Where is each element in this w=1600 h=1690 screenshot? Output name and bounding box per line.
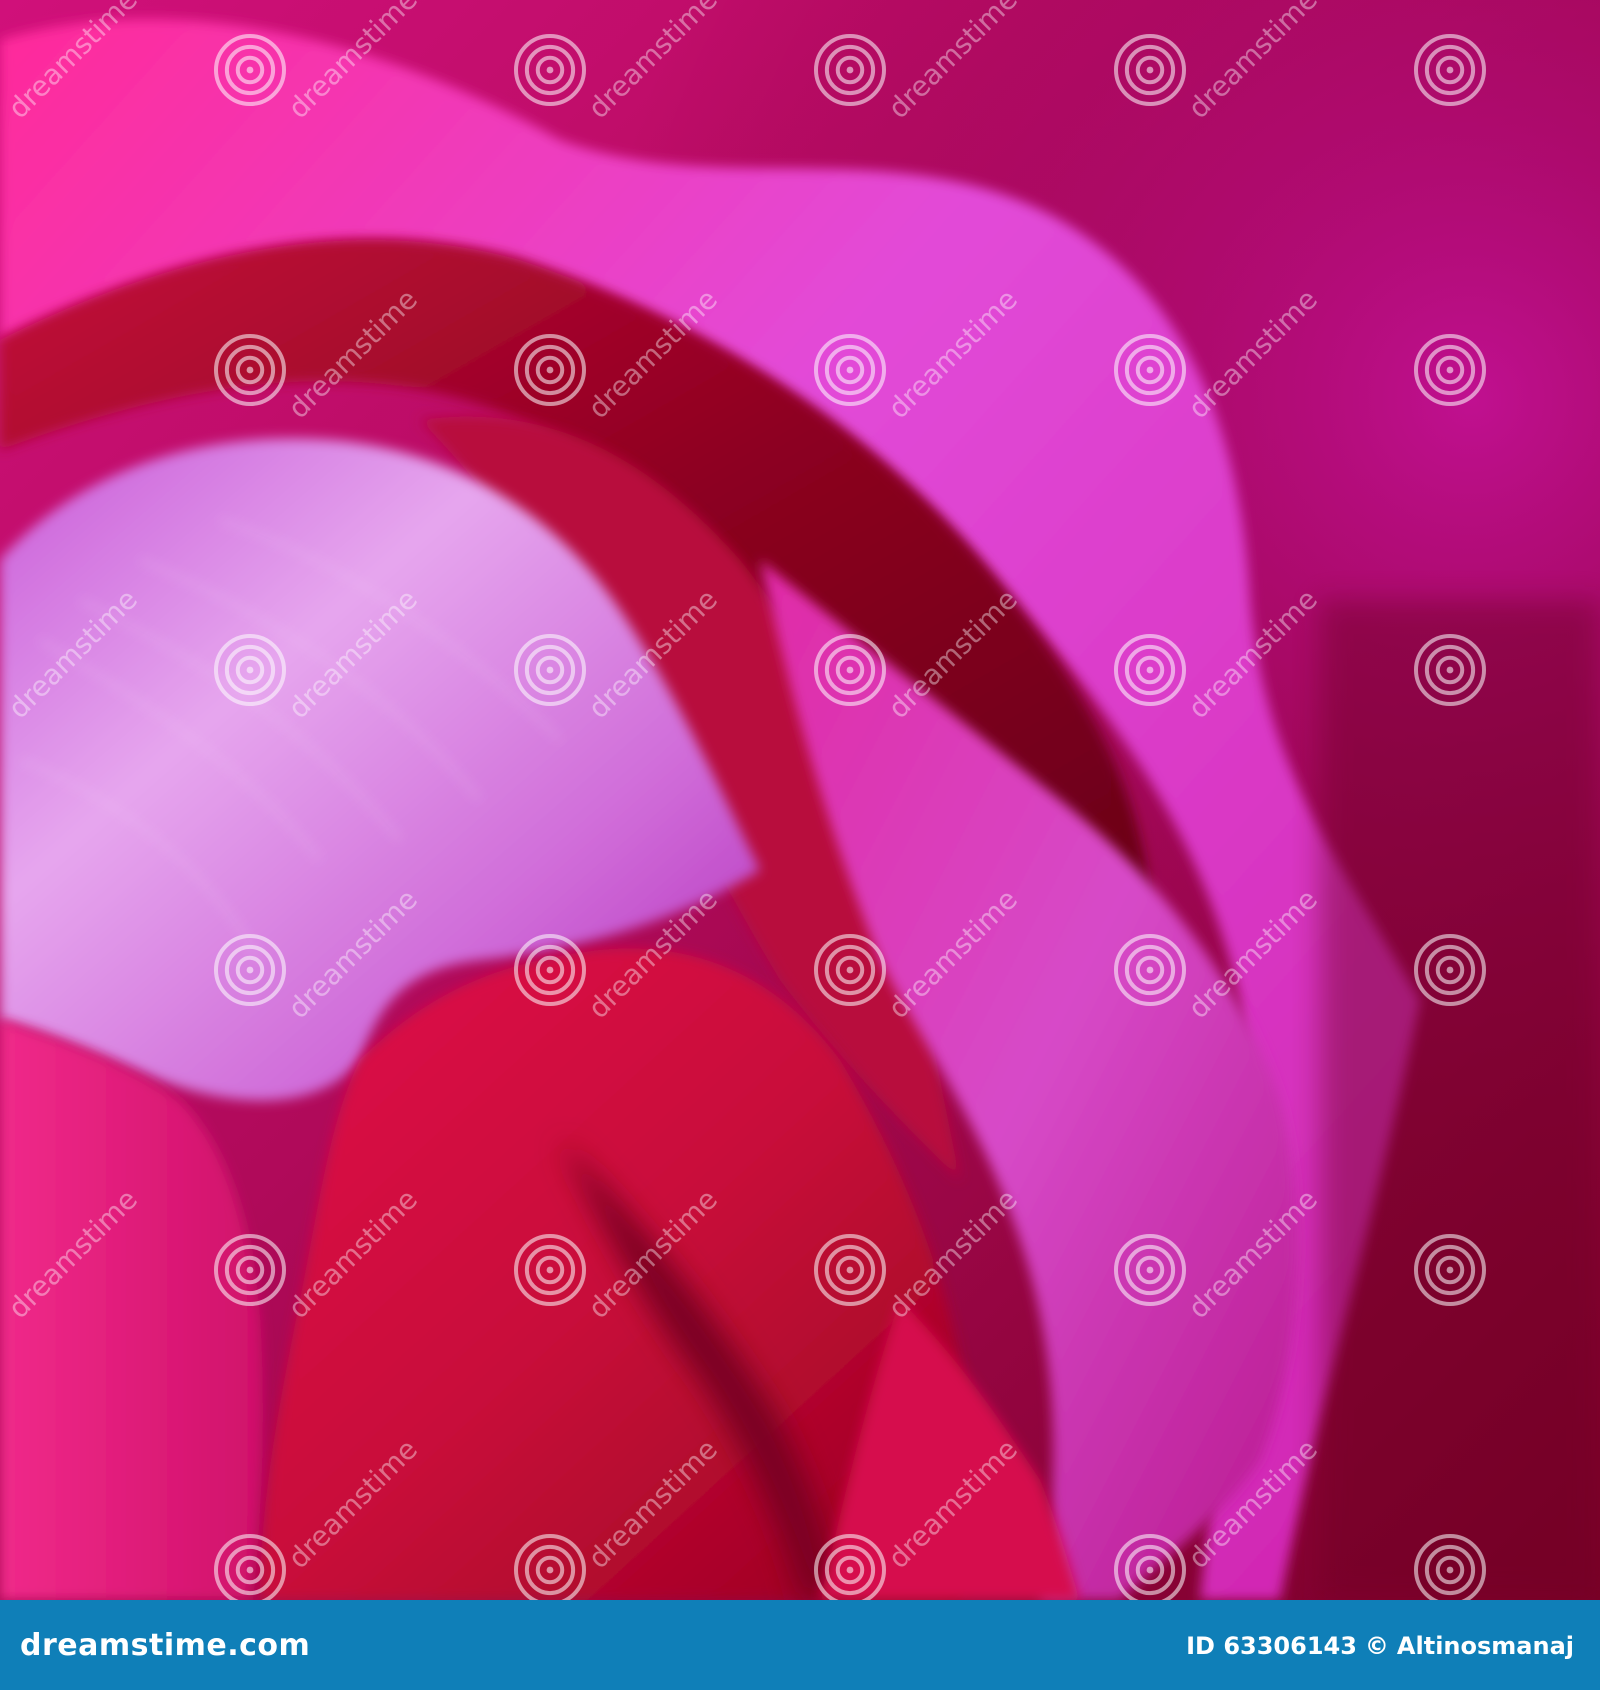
author-name[interactable]: Altinosmanaj [1397, 1632, 1574, 1660]
footer-bar: dreamstime.com ID 63306143 © Altinosmanaj [0, 1600, 1600, 1690]
footer-credit: ID 63306143 © Altinosmanaj [1186, 1632, 1574, 1660]
image-id-label: ID 63306143 [1186, 1632, 1357, 1660]
stock-photo-page: dreamstime dreamstime dreamstime dreamstime… [0, 0, 1600, 1690]
rose-petal-photo [0, 0, 1600, 1600]
copyright-symbol: © [1364, 1632, 1389, 1660]
footer-brand-text[interactable]: dreamstime.com [20, 1628, 310, 1663]
